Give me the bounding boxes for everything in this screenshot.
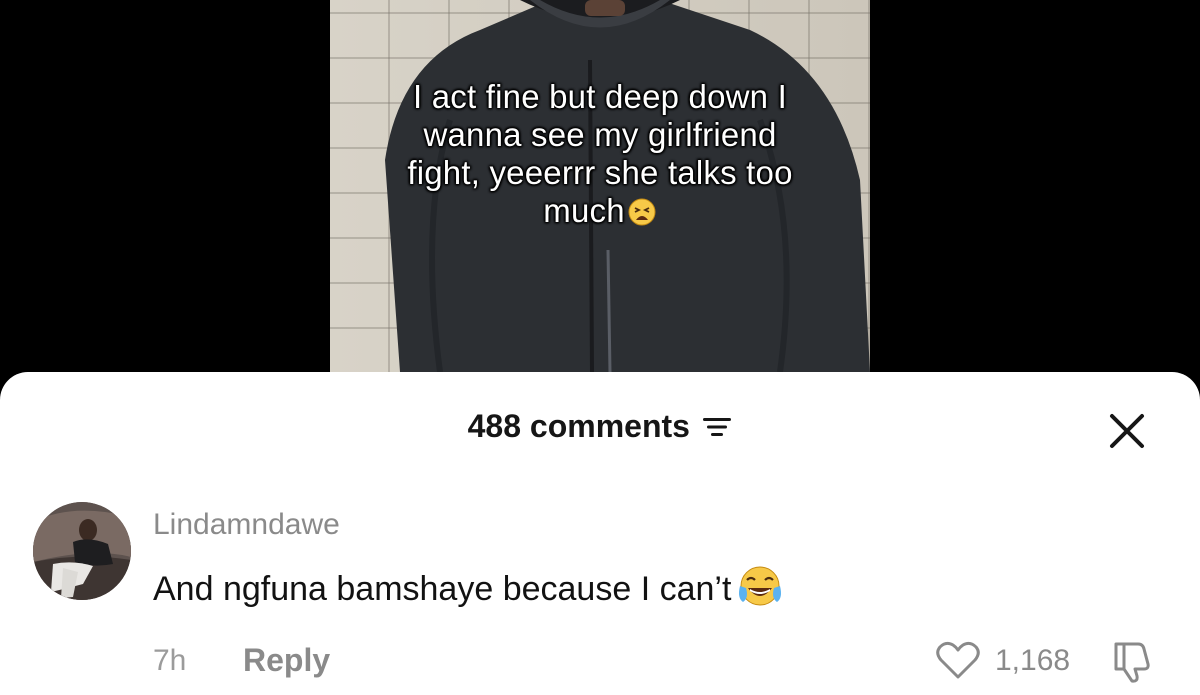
comment-username[interactable]: Lindamndawe bbox=[153, 508, 340, 542]
comments-count: 488 comments bbox=[467, 408, 690, 444]
caption-line: wanna see my girlfriend bbox=[423, 116, 777, 153]
caption-line-text: much bbox=[543, 192, 625, 229]
comment-time: 7h bbox=[153, 644, 187, 677]
caption-line-last: much bbox=[330, 192, 870, 230]
avatar[interactable] bbox=[33, 502, 131, 600]
video-player[interactable]: I act fine but deep down I wanna see my … bbox=[330, 0, 870, 372]
sort-lines-icon[interactable] bbox=[702, 415, 732, 439]
comment-item: Lindamndawe And ngfuna bamshaye because … bbox=[0, 500, 1200, 695]
weary-face-emoji-icon bbox=[628, 198, 656, 226]
video-caption: I act fine but deep down I wanna see my … bbox=[330, 78, 870, 230]
caption-line: I act fine but deep down I bbox=[413, 78, 787, 115]
like-count: 1,168 bbox=[995, 644, 1071, 677]
avatar-image bbox=[33, 502, 131, 600]
comment-text: And ngfuna bamshaye because I can’t bbox=[153, 570, 732, 608]
heart-icon[interactable] bbox=[935, 640, 981, 680]
thumbs-down-icon[interactable] bbox=[1110, 638, 1156, 684]
close-x-icon[interactable] bbox=[1108, 412, 1146, 450]
face-with-tears-of-joy-emoji-icon bbox=[739, 566, 782, 606]
comment-text-row: And ngfuna bamshaye because I can’t bbox=[153, 564, 783, 610]
comments-header: 488 comments bbox=[0, 408, 1200, 448]
caption-line: fight, yeeerrr she talks too bbox=[407, 154, 793, 191]
comments-sheet: 488 comments Lindamndawe And ngfuna bams… bbox=[0, 372, 1200, 695]
reply-button[interactable]: Reply bbox=[243, 642, 330, 679]
